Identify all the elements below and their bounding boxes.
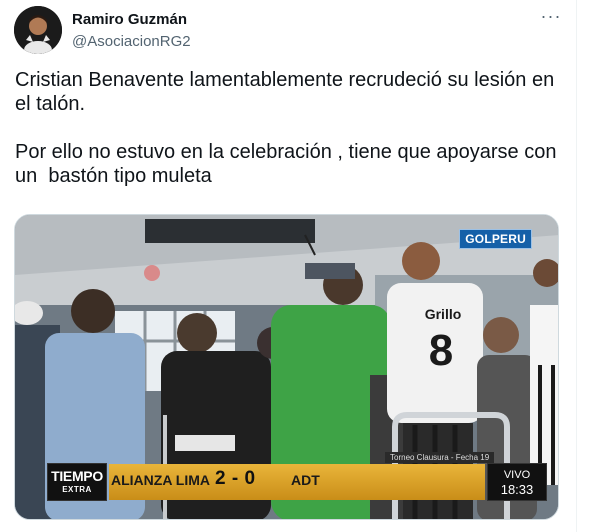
score: 2 - 0 bbox=[215, 468, 256, 489]
live-clock-box: VIVO 18:33 bbox=[487, 463, 547, 501]
jersey-name: Grillo bbox=[425, 306, 462, 322]
tweet-media-video-frame[interactable]: 8 Grillo GOLPERU TIEMPO EXTRA ALIANZA LI… bbox=[14, 214, 559, 520]
author-display-name[interactable]: Ramiro Guzmán bbox=[72, 10, 191, 30]
live-label: VIVO bbox=[503, 469, 531, 481]
tweet: Ramiro Guzmán @AsociacionRG2 ··· Cristia… bbox=[0, 0, 576, 532]
avatar[interactable] bbox=[14, 6, 62, 54]
tournament-label: Torneo Clausura - Fecha 19 bbox=[385, 452, 495, 463]
jersey-number: 8 bbox=[429, 326, 453, 375]
more-options-icon[interactable]: ··· bbox=[536, 6, 566, 30]
tiempo-extra-logo: TIEMPO EXTRA bbox=[47, 463, 107, 501]
match-clock: 18:33 bbox=[500, 482, 534, 497]
away-team: ADT bbox=[291, 472, 320, 488]
golperu-watermark: GOLPERU bbox=[459, 229, 532, 249]
author-block[interactable]: Ramiro Guzmán @AsociacionRG2 bbox=[72, 10, 191, 52]
logo-top-text: TIEMPO bbox=[51, 468, 103, 484]
logo-bottom-text: EXTRA bbox=[62, 485, 92, 494]
avatar-image bbox=[14, 6, 62, 54]
column-divider bbox=[576, 0, 577, 532]
author-handle[interactable]: @AsociacionRG2 bbox=[72, 32, 191, 52]
home-team: ALIANZA LIMA bbox=[111, 472, 211, 488]
score-bar: TIEMPO EXTRA ALIANZA LIMA 2 - 0 ADT Torn… bbox=[47, 452, 547, 502]
tweet-text: Cristian Benavente lamentablemente recru… bbox=[15, 69, 557, 187]
